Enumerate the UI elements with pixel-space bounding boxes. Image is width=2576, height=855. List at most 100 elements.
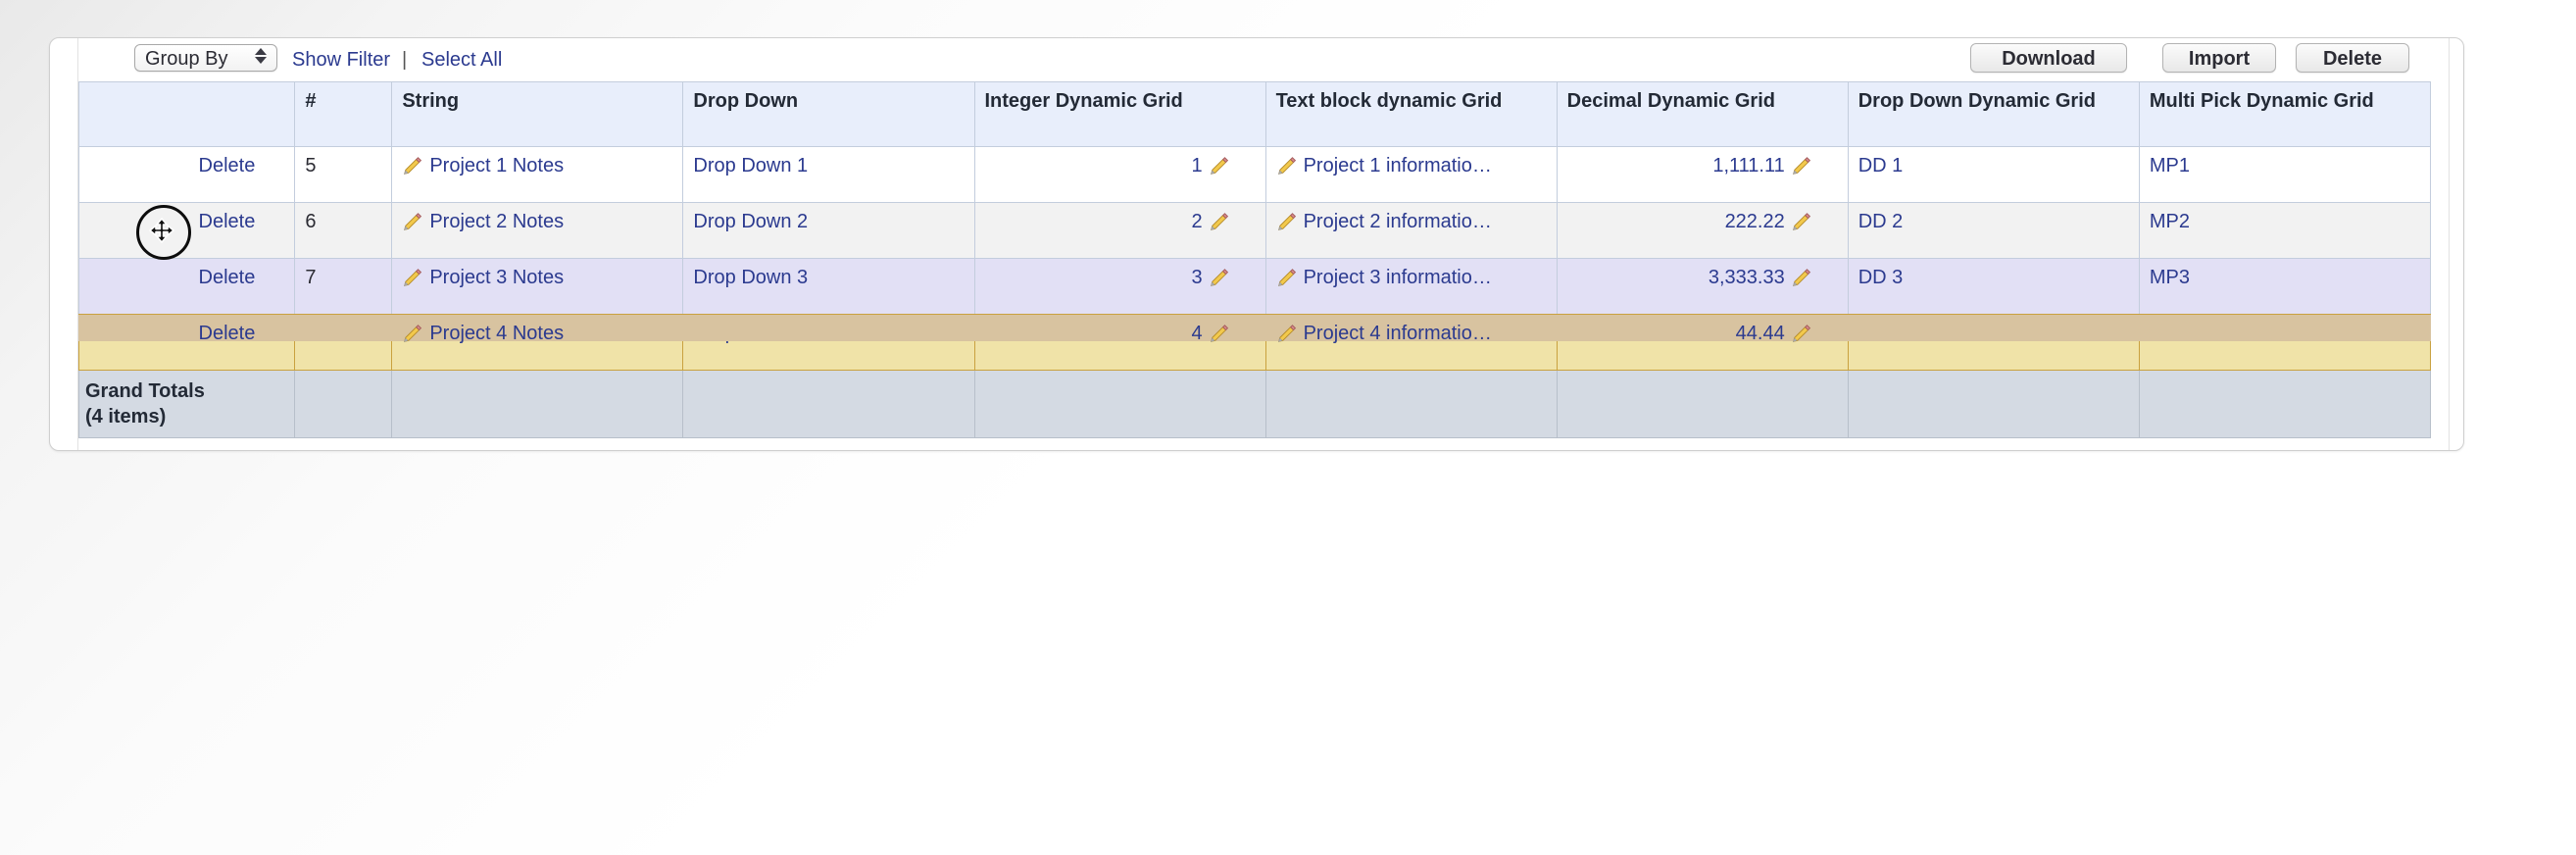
- row-delete-link[interactable]: Delete: [199, 211, 256, 232]
- row-delete-link[interactable]: Delete: [199, 267, 256, 288]
- column-header-integer-dynamic-grid[interactable]: Integer Dynamic Grid: [973, 81, 1266, 147]
- row-string-cell[interactable]: Project 1 Notes: [391, 146, 684, 203]
- toolbar-separator: |: [402, 49, 408, 71]
- table-row[interactable]: Delete 7 Project 3 Notes Drop Down 3 3 P…: [77, 258, 2432, 315]
- card-inner: Group By Show Filter | Select All Downlo…: [77, 38, 2449, 450]
- column-header-multi-pick-dynamic-grid[interactable]: Multi Pick Dynamic Grid: [2138, 81, 2432, 147]
- row-decimal-value: 3,333.33: [1708, 267, 1785, 288]
- column-header-decimal-dynamic-grid[interactable]: Decimal Dynamic Grid: [1556, 81, 1849, 147]
- grand-totals-decimal-cell: [1556, 370, 1849, 438]
- row-delete-cell: Delete: [77, 146, 296, 203]
- row-decimal-cell[interactable]: 3,333.33: [1556, 258, 1849, 315]
- row-decimal-value: 1,111.11: [1712, 155, 1785, 176]
- edit-pencil-icon[interactable]: [402, 323, 423, 344]
- grand-totals-dropdown-cell: [682, 370, 975, 438]
- edit-pencil-icon[interactable]: [1209, 211, 1230, 232]
- row-multi-pick-cell: MP3: [2138, 258, 2432, 315]
- row-delete-cell: Delete: [77, 258, 296, 315]
- row-multi-pick-cell: MP2: [2138, 202, 2432, 259]
- edit-pencil-icon[interactable]: [1276, 211, 1298, 232]
- grand-totals-label-cell: Grand Totals (4 items): [77, 370, 296, 438]
- grand-totals-row: Grand Totals (4 items): [77, 370, 2432, 438]
- row-decimal-cell[interactable]: 222.22: [1556, 202, 1849, 259]
- row-dropdown-cell: Drop Down 1: [682, 146, 975, 203]
- edit-pencil-icon[interactable]: [402, 267, 423, 288]
- row-integer-cell[interactable]: 1: [973, 146, 1266, 203]
- row-number-cell: 6: [294, 202, 393, 259]
- column-header-select[interactable]: [77, 81, 296, 147]
- row-text-block-value: Project 4 informatio…: [1303, 323, 1492, 344]
- row-text-block-cell[interactable]: Project 3 informatio…: [1264, 258, 1558, 315]
- grid-body: Delete 5 Project 1 Notes Drop Down 1 1 P…: [77, 146, 2432, 438]
- edit-pencil-icon[interactable]: [1791, 323, 1812, 344]
- show-filter-link[interactable]: Show Filter: [292, 49, 390, 72]
- row-multi-pick-cell: MP1: [2138, 146, 2432, 203]
- grand-totals-dd-grid-cell: [1847, 370, 2140, 438]
- row-dd-grid-cell: DD 4: [1847, 314, 2141, 371]
- row-string-cell[interactable]: Project 4 Notes: [391, 314, 685, 371]
- row-integer-cell[interactable]: 2: [973, 202, 1266, 259]
- edit-pencil-icon[interactable]: [402, 211, 423, 232]
- row-text-block-cell[interactable]: Project 2 informatio…: [1264, 202, 1558, 259]
- row-delete-cell: Delete: [77, 314, 297, 371]
- edit-pencil-icon[interactable]: [1276, 323, 1298, 344]
- row-text-block-value: Project 2 informatio…: [1303, 211, 1492, 232]
- row-number-cell: 8: [294, 314, 393, 371]
- grid-header-row: # String Drop Down Integer Dynamic Grid …: [77, 81, 2432, 147]
- row-decimal-cell[interactable]: 1,111.11: [1556, 146, 1849, 203]
- edit-pencil-icon[interactable]: [1209, 323, 1230, 344]
- group-by-select[interactable]: Group By: [134, 44, 277, 72]
- row-dropdown-cell: Drop Down 3: [682, 258, 975, 315]
- row-decimal-cell[interactable]: 44.44: [1556, 314, 1850, 371]
- table-row[interactable]: Delete 6 Project 2 Notes Drop Down 2 2 P…: [77, 202, 2432, 259]
- row-number-cell: 7: [294, 258, 393, 315]
- edit-pencil-icon[interactable]: [1209, 155, 1230, 176]
- delete-button[interactable]: Delete: [2296, 43, 2409, 73]
- row-integer-value: 3: [1191, 267, 1203, 288]
- edit-pencil-icon[interactable]: [1791, 155, 1812, 176]
- edit-pencil-icon[interactable]: [1791, 267, 1812, 288]
- grand-totals-text-block-cell: [1264, 370, 1558, 438]
- select-all-link[interactable]: Select All: [421, 49, 502, 72]
- row-text-block-cell[interactable]: Project 1 informatio…: [1264, 146, 1558, 203]
- grand-totals-line2: (4 items): [85, 406, 167, 428]
- table-row-dragging[interactable]: Delete 8 Project 4 Notes Drop Down 4 4 P…: [77, 314, 2432, 371]
- row-integer-cell[interactable]: 4: [973, 314, 1267, 371]
- row-dd-grid-cell: DD 3: [1847, 258, 2140, 315]
- column-header-text-block-dynamic-grid[interactable]: Text block dynamic Grid: [1264, 81, 1558, 147]
- chevron-updown-icon: [255, 48, 267, 70]
- row-delete-link[interactable]: Delete: [199, 155, 256, 176]
- download-button[interactable]: Download: [1970, 43, 2127, 73]
- row-integer-value: 4: [1191, 323, 1203, 344]
- edit-pencil-icon[interactable]: [1276, 267, 1298, 288]
- grand-totals-string-cell: [391, 370, 684, 438]
- row-delete-link[interactable]: Delete: [199, 323, 256, 344]
- grand-totals-integer-cell: [973, 370, 1266, 438]
- grid-toolbar: Group By Show Filter | Select All Downlo…: [78, 38, 2449, 79]
- row-number-cell: 5: [294, 146, 393, 203]
- column-header-number[interactable]: #: [294, 81, 393, 147]
- column-header-string[interactable]: String: [391, 81, 684, 147]
- row-integer-cell[interactable]: 3: [973, 258, 1266, 315]
- row-integer-value: 2: [1191, 211, 1203, 232]
- group-by-label: Group By: [145, 48, 228, 70]
- edit-pencil-icon[interactable]: [402, 155, 423, 176]
- row-string-cell[interactable]: Project 3 Notes: [391, 258, 684, 315]
- column-header-dropdown[interactable]: Drop Down: [682, 81, 975, 147]
- row-text-block-cell[interactable]: Project 4 informatio…: [1264, 314, 1559, 371]
- row-string-value: Project 2 Notes: [429, 211, 565, 232]
- row-delete-cell: Delete: [77, 202, 296, 259]
- page-root: Group By Show Filter | Select All Downlo…: [0, 0, 2576, 855]
- row-string-cell[interactable]: Project 2 Notes: [391, 202, 684, 259]
- import-button[interactable]: Import: [2162, 43, 2276, 73]
- edit-pencil-icon[interactable]: [1791, 211, 1812, 232]
- edit-pencil-icon[interactable]: [1276, 155, 1298, 176]
- grand-totals-number-cell: [294, 370, 393, 438]
- row-string-value: Project 3 Notes: [429, 267, 565, 288]
- edit-pencil-icon[interactable]: [1209, 267, 1230, 288]
- row-integer-value: 1: [1191, 155, 1203, 176]
- column-header-drop-down-dynamic-grid[interactable]: Drop Down Dynamic Grid: [1847, 81, 2140, 147]
- row-multi-pick-cell: MP4: [2138, 314, 2432, 371]
- table-row[interactable]: Delete 5 Project 1 Notes Drop Down 1 1 P…: [77, 146, 2432, 203]
- row-string-value: Project 4 Notes: [429, 323, 565, 344]
